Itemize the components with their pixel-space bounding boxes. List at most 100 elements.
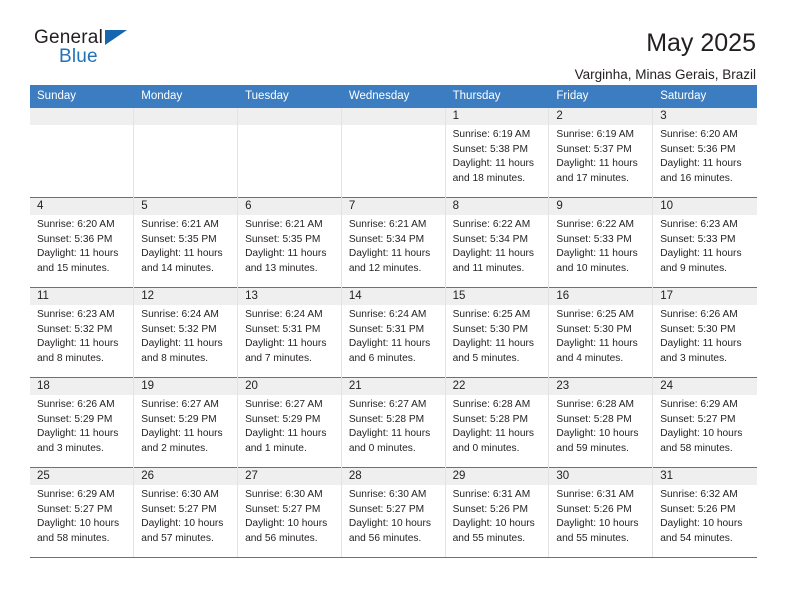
daylight-text: Daylight: 11 hours and 2 minutes.: [141, 428, 223, 454]
day-number: 6: [238, 198, 341, 215]
calendar-day-cell[interactable]: 18 Sunrise: 6:26 AM Sunset: 5:29 PM Dayligh…: [30, 377, 135, 468]
day-details: Sunrise: 6:24 AM Sunset: 5:31 PM Daylight:…: [342, 305, 445, 366]
day-details: Sunrise: 6:24 AM Sunset: 5:31 PM Daylight:…: [238, 305, 341, 366]
day-details: Sunrise: 6:28 AM Sunset: 5:28 PM Daylight:…: [549, 395, 652, 456]
calendar-day-cell[interactable]: 9 Sunrise: 6:22 AM Sunset: 5:33 PM Daylight…: [548, 197, 654, 288]
sunset-text: Sunset: 5:27 PM: [141, 503, 217, 515]
sunset-text: Sunset: 5:36 PM: [37, 233, 113, 245]
sunrise-text: Sunrise: 6:27 AM: [245, 399, 323, 410]
sunrise-text: Sunrise: 6:30 AM: [348, 489, 427, 500]
daylight-text: Daylight: 11 hours and 13 minutes.: [245, 248, 327, 274]
calendar-day-cell[interactable]: 27 Sunrise: 6:30 AM Sunset: 5:27 PM Dayligh…: [237, 467, 342, 558]
page-masthead: General Blue May 2025 Varginha, Minas Ge…: [0, 0, 792, 83]
day-number: 7: [341, 198, 445, 215]
day-number: 17: [653, 288, 757, 305]
daylight-text: Daylight: 10 hours and 56 minutes.: [348, 518, 431, 544]
day-details: Sunrise: 6:30 AM Sunset: 5:27 PM Daylight:…: [238, 485, 341, 546]
sunset-text: Sunset: 5:27 PM: [348, 503, 425, 515]
day-details: Sunrise: 6:31 AM Sunset: 5:26 PM Daylight:…: [549, 485, 652, 546]
calendar-day-cell[interactable]: 6 Sunrise: 6:21 AM Sunset: 5:35 PM Daylight…: [237, 197, 342, 288]
calendar-day-cell[interactable]: 29 Sunrise: 6:31 AM Sunset: 5:26 PM Dayligh…: [445, 467, 550, 558]
day-number: 21: [341, 378, 445, 395]
daylight-text: Daylight: 11 hours and 0 minutes.: [348, 428, 431, 454]
calendar-day-cell[interactable]: 26 Sunrise: 6:30 AM Sunset: 5:27 PM Dayligh…: [133, 467, 239, 558]
calendar-day-cell[interactable]: 8 Sunrise: 6:22 AM Sunset: 5:34 PM Daylight…: [445, 197, 550, 288]
calendar-day-cell[interactable]: 3 Sunrise: 6:20 AM Sunset: 5:36 PM Daylight…: [652, 107, 757, 198]
calendar-week-row: 1 Sunrise: 6:19 AM Sunset: 5:38 PM Daylight…: [30, 107, 757, 198]
calendar-day-cell[interactable]: 28 Sunrise: 6:30 AM Sunset: 5:27 PM Dayligh…: [341, 467, 446, 558]
calendar-day-cell[interactable]: 16 Sunrise: 6:25 AM Sunset: 5:30 PM Dayligh…: [548, 287, 654, 378]
sunrise-text: Sunrise: 6:29 AM: [37, 489, 115, 500]
day-number: 14: [341, 288, 445, 305]
sunset-text: Sunset: 5:32 PM: [141, 323, 217, 335]
sunrise-text: Sunrise: 6:20 AM: [660, 129, 738, 140]
calendar-week-row: 25 Sunrise: 6:29 AM Sunset: 5:27 PM Dayligh…: [30, 467, 757, 558]
daylight-text: Daylight: 10 hours and 54 minutes.: [660, 518, 743, 544]
day-details: Sunrise: 6:29 AM Sunset: 5:27 PM Daylight:…: [30, 485, 133, 546]
day-number: 15: [445, 288, 549, 305]
calendar-day-cell[interactable]: 10 Sunrise: 6:23 AM Sunset: 5:33 PM Dayligh…: [652, 197, 757, 288]
sunset-text: Sunset: 5:35 PM: [245, 233, 321, 245]
day-details: Sunrise: 6:27 AM Sunset: 5:28 PM Daylight:…: [342, 395, 445, 456]
calendar-day-cell[interactable]: 14 Sunrise: 6:24 AM Sunset: 5:31 PM Dayligh…: [341, 287, 446, 378]
sunset-text: Sunset: 5:28 PM: [452, 413, 528, 425]
sunset-text: Sunset: 5:37 PM: [556, 143, 632, 155]
sunset-text: Sunset: 5:34 PM: [452, 233, 528, 245]
calendar-day-cell[interactable]: 25 Sunrise: 6:29 AM Sunset: 5:27 PM Dayligh…: [30, 467, 135, 558]
sunset-text: Sunset: 5:28 PM: [348, 413, 425, 425]
sunrise-text: Sunrise: 6:23 AM: [37, 309, 115, 320]
day-number: 22: [445, 378, 549, 395]
day-number: 2: [549, 108, 653, 125]
calendar-day-cell[interactable]: 31 Sunrise: 6:32 AM Sunset: 5:26 PM Dayligh…: [652, 467, 757, 558]
calendar-cell-empty: [341, 107, 446, 198]
day-number: 20: [238, 378, 341, 395]
day-number: 5: [134, 198, 238, 215]
daylight-text: Daylight: 11 hours and 10 minutes.: [556, 248, 638, 274]
calendar-day-cell[interactable]: 22 Sunrise: 6:28 AM Sunset: 5:28 PM Dayligh…: [445, 377, 550, 468]
sunset-text: Sunset: 5:26 PM: [660, 503, 736, 515]
calendar-day-cell[interactable]: 20 Sunrise: 6:27 AM Sunset: 5:29 PM Dayligh…: [237, 377, 342, 468]
sunrise-text: Sunrise: 6:29 AM: [660, 399, 738, 410]
sunset-text: Sunset: 5:27 PM: [660, 413, 736, 425]
sunrise-text: Sunrise: 6:24 AM: [141, 309, 219, 320]
calendar-day-cell[interactable]: 19 Sunrise: 6:27 AM Sunset: 5:29 PM Dayligh…: [133, 377, 239, 468]
calendar-day-cell[interactable]: 30 Sunrise: 6:31 AM Sunset: 5:26 PM Dayligh…: [548, 467, 654, 558]
daylight-text: Daylight: 10 hours and 58 minutes.: [660, 428, 743, 454]
calendar-day-cell[interactable]: 24 Sunrise: 6:29 AM Sunset: 5:27 PM Dayligh…: [652, 377, 757, 468]
day-number: 11: [30, 288, 134, 305]
sunset-text: Sunset: 5:27 PM: [37, 503, 113, 515]
sunset-text: Sunset: 5:29 PM: [37, 413, 113, 425]
calendar-day-cell[interactable]: 12 Sunrise: 6:24 AM Sunset: 5:32 PM Dayligh…: [133, 287, 239, 378]
sunset-text: Sunset: 5:35 PM: [141, 233, 217, 245]
sunrise-text: Sunrise: 6:31 AM: [452, 489, 531, 500]
day-number: 9: [549, 198, 653, 215]
sunrise-text: Sunrise: 6:25 AM: [556, 309, 634, 320]
calendar-day-cell[interactable]: 13 Sunrise: 6:24 AM Sunset: 5:31 PM Dayligh…: [237, 287, 342, 378]
sunset-text: Sunset: 5:29 PM: [245, 413, 321, 425]
calendar-day-cell[interactable]: 15 Sunrise: 6:25 AM Sunset: 5:30 PM Dayligh…: [445, 287, 550, 378]
day-details: Sunrise: 6:22 AM Sunset: 5:34 PM Daylight:…: [446, 215, 549, 276]
calendar-day-cell[interactable]: 7 Sunrise: 6:21 AM Sunset: 5:34 PM Daylight…: [341, 197, 446, 288]
calendar-week-row: 18 Sunrise: 6:26 AM Sunset: 5:29 PM Dayligh…: [30, 377, 757, 468]
sunset-text: Sunset: 5:33 PM: [660, 233, 736, 245]
weekday-header-wednesday: Wednesday: [341, 85, 446, 108]
day-number: 23: [549, 378, 653, 395]
calendar-day-cell[interactable]: 5 Sunrise: 6:21 AM Sunset: 5:35 PM Daylight…: [133, 197, 239, 288]
day-number: 13: [238, 288, 341, 305]
sunrise-text: Sunrise: 6:30 AM: [245, 489, 323, 500]
calendar-day-cell[interactable]: 4 Sunrise: 6:20 AM Sunset: 5:36 PM Daylight…: [30, 197, 135, 288]
daylight-text: Daylight: 11 hours and 15 minutes.: [37, 248, 119, 274]
day-details: Sunrise: 6:29 AM Sunset: 5:27 PM Daylight:…: [653, 395, 756, 456]
calendar-day-cell[interactable]: 21 Sunrise: 6:27 AM Sunset: 5:28 PM Dayligh…: [341, 377, 446, 468]
calendar-day-cell[interactable]: 2 Sunrise: 6:19 AM Sunset: 5:37 PM Daylight…: [548, 107, 654, 198]
daylight-text: Daylight: 11 hours and 7 minutes.: [245, 338, 327, 364]
calendar-day-cell[interactable]: 17 Sunrise: 6:26 AM Sunset: 5:30 PM Dayligh…: [652, 287, 757, 378]
calendar-day-cell[interactable]: 11 Sunrise: 6:23 AM Sunset: 5:32 PM Dayligh…: [30, 287, 135, 378]
sunrise-text: Sunrise: 6:26 AM: [660, 309, 738, 320]
calendar-day-cell[interactable]: 23 Sunrise: 6:28 AM Sunset: 5:28 PM Dayligh…: [548, 377, 654, 468]
day-details: Sunrise: 6:30 AM Sunset: 5:27 PM Daylight:…: [134, 485, 237, 546]
daylight-text: Daylight: 11 hours and 14 minutes.: [141, 248, 223, 274]
brand-logo[interactable]: General Blue: [34, 28, 154, 74]
sunrise-text: Sunrise: 6:19 AM: [556, 129, 634, 140]
calendar-day-cell[interactable]: 1 Sunrise: 6:19 AM Sunset: 5:38 PM Daylight…: [445, 107, 550, 198]
